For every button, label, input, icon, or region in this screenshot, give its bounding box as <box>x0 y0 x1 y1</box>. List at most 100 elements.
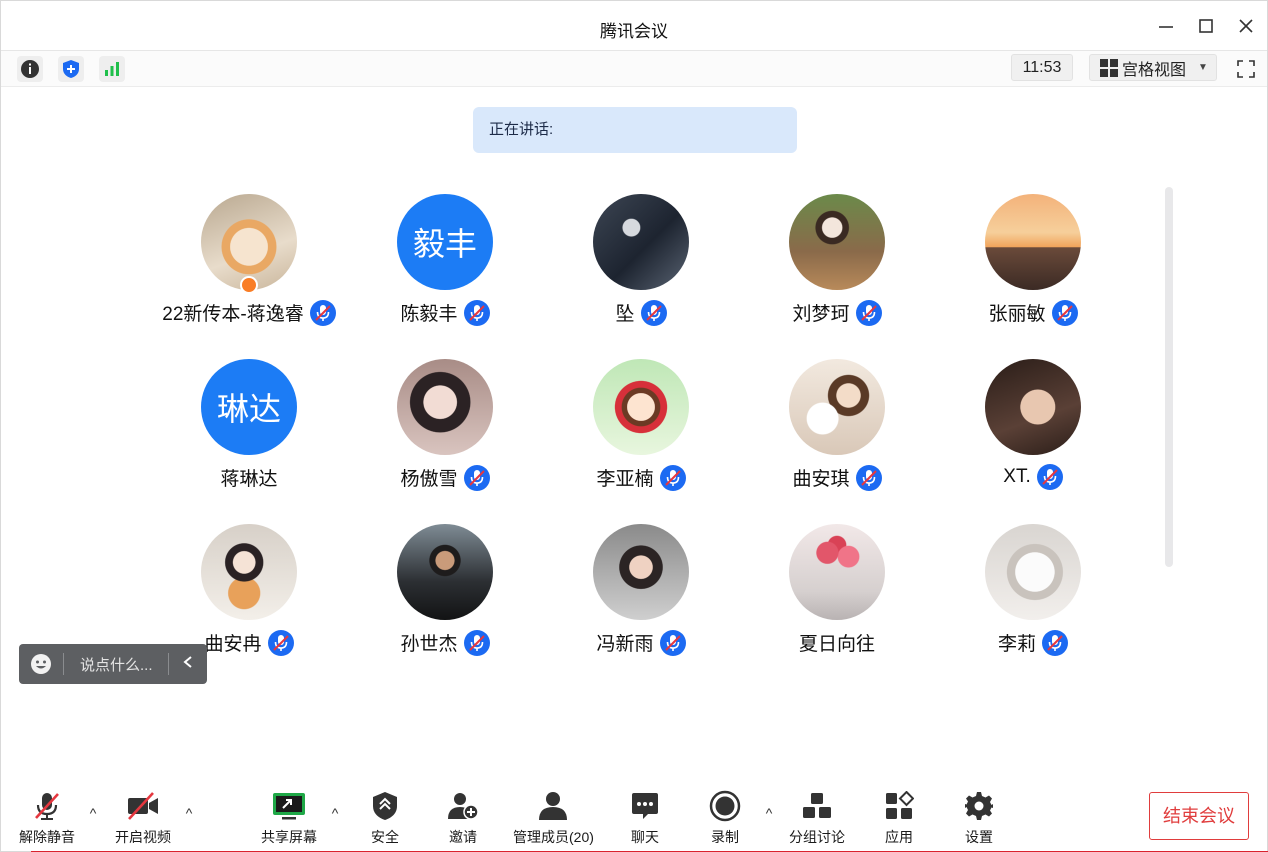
participant-tile[interactable]: 李莉 <box>935 524 1131 664</box>
avatar <box>593 194 689 290</box>
avatar <box>789 194 885 290</box>
participant-name-row: 冯新雨 <box>543 629 739 656</box>
invite-button[interactable]: 邀请 <box>445 789 481 847</box>
mic-muted-icon <box>640 299 667 326</box>
participant-tile[interactable]: 曲安琪 <box>739 359 935 499</box>
participant-name: 刘梦珂 <box>792 304 850 325</box>
unmute-label: 解除静音 <box>19 829 75 845</box>
record-options-chevron[interactable]: ^ <box>761 805 777 821</box>
participant-tile[interactable]: 张丽敏 <box>935 194 1131 334</box>
record-icon <box>709 790 741 822</box>
view-mode-select[interactable]: 宫格视图 ▼ <box>1089 54 1217 81</box>
fullscreen-button[interactable] <box>1233 56 1259 82</box>
participant-tile[interactable]: 22新传本-蒋逸睿 <box>151 194 347 334</box>
network-status-button[interactable] <box>99 56 125 82</box>
gear-icon <box>965 792 993 820</box>
participant-name-row: 蒋琳达 <box>151 464 347 491</box>
meeting-clock: 11:53 <box>1011 54 1073 81</box>
participant-name-row: 坠 <box>543 299 739 326</box>
window-title: 腾讯会议 <box>600 22 668 41</box>
video-off-icon <box>128 792 158 820</box>
participant-tile[interactable]: 冯新雨 <box>543 524 739 664</box>
participant-tile[interactable]: 毅丰 陈毅丰 <box>347 194 543 334</box>
participant-name-row: XT. <box>935 464 1131 490</box>
top-toolbar: 11:53 宫格视图 ▼ <box>1 51 1267 87</box>
participant-name: 杨傲雪 <box>400 469 458 490</box>
fullscreen-icon <box>1237 60 1255 78</box>
shield-icon <box>373 792 397 820</box>
mic-muted-icon <box>463 629 490 656</box>
mic-muted-icon <box>463 299 490 326</box>
shield-icon <box>63 60 79 78</box>
info-icon <box>21 60 39 78</box>
avatar <box>593 359 689 455</box>
participant-tile[interactable]: 杨傲雪 <box>347 359 543 499</box>
participant-name: 夏日向往 <box>798 634 875 655</box>
video-options-chevron[interactable]: ^ <box>181 805 197 821</box>
emoji-button[interactable] <box>19 653 63 675</box>
maximize-button[interactable] <box>1195 15 1217 37</box>
chat-button[interactable]: 聊天 <box>627 789 663 847</box>
minimize-button[interactable] <box>1155 15 1177 37</box>
share-screen-icon <box>273 793 305 820</box>
share-options-chevron[interactable]: ^ <box>327 805 343 821</box>
participant-name: 冯新雨 <box>596 634 654 655</box>
participant-tile[interactable]: 坠 <box>543 194 739 334</box>
members-icon <box>539 792 568 820</box>
apps-button[interactable]: 应用 <box>881 789 917 847</box>
meeting-info-button[interactable] <box>17 56 43 82</box>
security-status-button[interactable] <box>58 56 84 82</box>
participant-name: 李莉 <box>997 634 1036 655</box>
minimize-icon <box>1159 26 1173 28</box>
participant-name: 曲安琪 <box>792 469 850 490</box>
breakout-rooms-button[interactable]: 分组讨论 <box>789 789 845 847</box>
host-badge-icon <box>240 276 258 294</box>
meeting-window: 腾讯会议 11:53 宫格视图 ▼ 正在讲话: 22新传本-蒋逸睿 毅丰 陈毅丰… <box>0 0 1268 852</box>
close-button[interactable] <box>1235 15 1257 37</box>
participant-name: 22新传本-蒋逸睿 <box>162 304 304 325</box>
mic-muted-icon <box>35 793 59 820</box>
participant-name-row: 刘梦珂 <box>739 299 935 326</box>
audio-options-chevron[interactable]: ^ <box>85 805 101 821</box>
start-video-button[interactable]: 开启视频 <box>115 789 171 847</box>
breakout-icon <box>803 793 831 818</box>
end-meeting-button[interactable]: 结束会议 <box>1149 792 1249 840</box>
unmute-button[interactable]: 解除静音 <box>19 789 75 847</box>
participant-tile[interactable]: 曲安冉 <box>151 524 347 664</box>
smiley-icon <box>31 654 51 674</box>
participant-grid: 22新传本-蒋逸睿 毅丰 陈毅丰坠 刘梦珂 张丽敏琳达 蒋琳达杨傲雪 李亚楠曲安琪 XT. 曲安… <box>151 194 1131 674</box>
settings-button[interactable]: 设置 <box>961 789 997 847</box>
security-button[interactable]: 安全 <box>367 789 403 847</box>
participant-name: 曲安冉 <box>204 634 262 655</box>
participant-tile[interactable]: 刘梦珂 <box>739 194 935 334</box>
participant-tile[interactable]: 夏日向往 <box>739 524 935 664</box>
mic-muted-icon <box>855 464 882 491</box>
security-label: 安全 <box>371 829 399 845</box>
start-video-label: 开启视频 <box>115 829 171 845</box>
mic-muted-icon <box>1042 629 1068 656</box>
participant-tile[interactable]: 李亚楠 <box>543 359 739 499</box>
participant-name-row: 曲安琪 <box>739 464 935 491</box>
collapse-chat-button[interactable] <box>169 655 207 674</box>
mic-muted-icon <box>659 464 686 491</box>
manage-members-button[interactable]: 管理成员(20) <box>513 789 594 847</box>
participant-tile[interactable]: 孙世杰 <box>347 524 543 664</box>
share-screen-button[interactable]: 共享屏幕 <box>261 789 317 847</box>
participant-name-row: 张丽敏 <box>935 299 1131 326</box>
chevron-left-icon <box>183 655 192 668</box>
mic-muted-icon <box>267 629 294 656</box>
mic-muted-icon <box>463 464 490 491</box>
grid-scrollbar[interactable] <box>1165 187 1173 567</box>
participant-name-row: 陈毅丰 <box>347 299 543 326</box>
maximize-icon <box>1199 19 1213 33</box>
participant-name-row: 杨傲雪 <box>347 464 543 491</box>
record-button[interactable]: 录制 <box>707 789 743 847</box>
mic-muted-icon <box>855 299 882 326</box>
chat-input[interactable]: 说点什么... <box>64 654 168 675</box>
participant-tile[interactable]: XT. <box>935 359 1131 499</box>
record-label: 录制 <box>711 829 739 845</box>
participant-tile[interactable]: 琳达 蒋琳达 <box>151 359 347 499</box>
mic-muted-icon <box>659 629 686 656</box>
invite-label: 邀请 <box>449 829 477 845</box>
participant-name: 陈毅丰 <box>400 304 458 325</box>
